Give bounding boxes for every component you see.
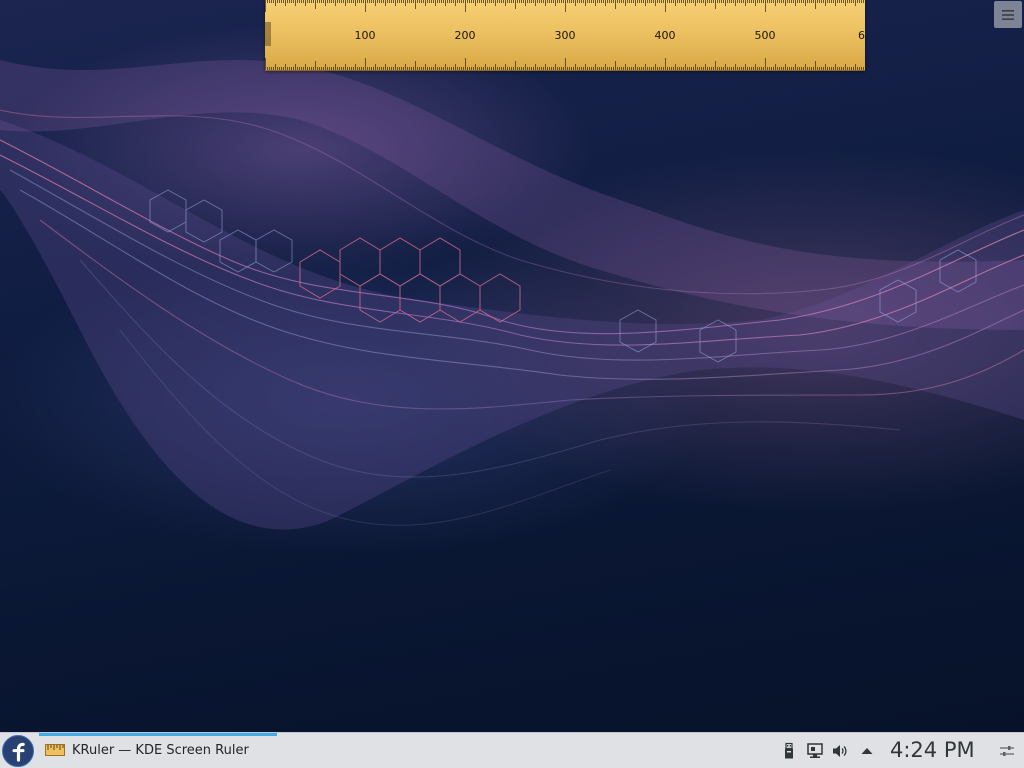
ruler-label-500: 500 [754, 29, 776, 42]
expand-tray-icon[interactable] [858, 742, 876, 760]
volume-icon[interactable] [831, 742, 849, 760]
ruler-edge-grip[interactable] [265, 22, 272, 46]
desktop-wallpaper [0, 0, 1024, 732]
fedora-logo-icon [2, 735, 34, 767]
kruler-window[interactable]: 100 200 300 400 500 60 [265, 0, 865, 71]
desktop-toolbox-button[interactable] [994, 1, 1022, 28]
taskbar: KRuler — KDE Screen Ruler 4:24 PM [0, 732, 1024, 768]
hamburger-menu-icon [1002, 9, 1014, 20]
application-launcher[interactable] [2, 735, 34, 767]
task-label: KRuler — KDE Screen Ruler [72, 743, 249, 758]
ruler-label-300: 300 [554, 29, 576, 42]
digital-clock[interactable]: 4:24 PM [890, 738, 975, 762]
ruler-label-100: 100 [354, 29, 376, 42]
ruler-label-600: 60 [858, 29, 865, 42]
wallpaper-mesh [0, 60, 1024, 530]
ruler-label-200: 200 [454, 29, 476, 42]
task-kruler[interactable]: KRuler — KDE Screen Ruler [39, 733, 277, 768]
network-wired-icon[interactable] [806, 742, 824, 760]
usb-device-icon[interactable] [780, 742, 798, 760]
active-task-indicator [39, 733, 277, 736]
ruler-label-400: 400 [654, 29, 676, 42]
ruler-icon [45, 744, 65, 756]
panel-settings-icon[interactable] [998, 742, 1016, 760]
